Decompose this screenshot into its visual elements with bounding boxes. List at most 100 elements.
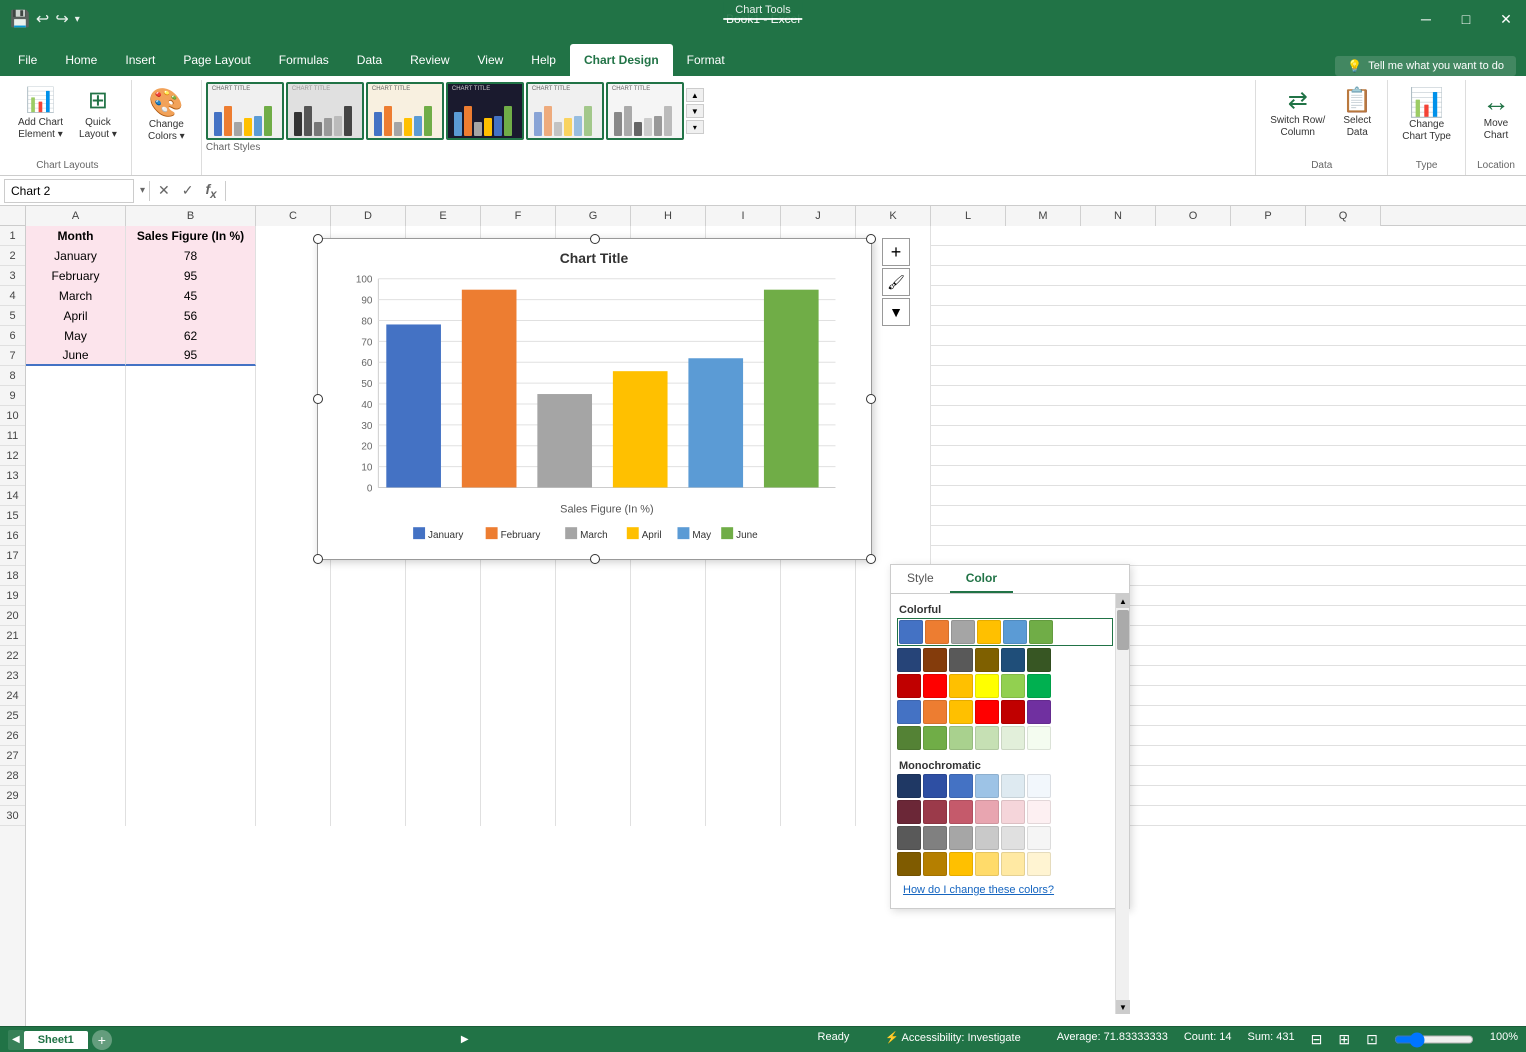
color-swatch[interactable] bbox=[949, 648, 973, 672]
tab-view[interactable]: View bbox=[464, 44, 518, 76]
color-swatch[interactable] bbox=[1001, 648, 1025, 672]
cell-B13[interactable] bbox=[126, 466, 256, 486]
add-chart-element-sidebar-button[interactable]: + bbox=[882, 238, 910, 266]
tab-help[interactable]: Help bbox=[517, 44, 570, 76]
cell-A26[interactable] bbox=[26, 726, 126, 746]
cell-B5[interactable]: 56 bbox=[126, 306, 256, 326]
col-header-B[interactable]: B bbox=[126, 206, 256, 226]
row-num-30[interactable]: 30 bbox=[0, 806, 25, 826]
row-num-26[interactable]: 26 bbox=[0, 726, 25, 746]
row-num-17[interactable]: 17 bbox=[0, 546, 25, 566]
cell-I19[interactable] bbox=[706, 586, 781, 606]
cell-C27[interactable] bbox=[256, 746, 331, 766]
chart-style-3[interactable]: CHART TITLE bbox=[366, 82, 444, 140]
cell-E28[interactable] bbox=[406, 766, 481, 786]
row-num-16[interactable]: 16 bbox=[0, 526, 25, 546]
cell-G28[interactable] bbox=[556, 766, 631, 786]
cell-H30[interactable] bbox=[631, 806, 706, 826]
cell-A5[interactable]: April bbox=[26, 306, 126, 326]
cell-E25[interactable] bbox=[406, 706, 481, 726]
save-icon[interactable]: 💾 bbox=[10, 9, 30, 29]
scroll-right-button[interactable]: ▶ bbox=[461, 1034, 469, 1045]
scroll-down-button[interactable]: ▼ bbox=[1116, 1000, 1130, 1014]
cell-B24[interactable] bbox=[126, 686, 256, 706]
cell-G22[interactable] bbox=[556, 646, 631, 666]
cell-H21[interactable] bbox=[631, 626, 706, 646]
cell-I27[interactable] bbox=[706, 746, 781, 766]
cell-J21[interactable] bbox=[781, 626, 856, 646]
col-header-N[interactable]: N bbox=[1081, 206, 1156, 226]
cell-A14[interactable] bbox=[26, 486, 126, 506]
cell-G30[interactable] bbox=[556, 806, 631, 826]
chart-style-6[interactable]: CHART TITLE bbox=[606, 82, 684, 140]
row-num-12[interactable]: 12 bbox=[0, 446, 25, 466]
color-swatch[interactable] bbox=[925, 620, 949, 644]
chart-filter-sidebar-button[interactable]: ▼ bbox=[882, 298, 910, 326]
row-num-25[interactable]: 25 bbox=[0, 706, 25, 726]
cell-E18[interactable] bbox=[406, 566, 481, 586]
tab-home[interactable]: Home bbox=[51, 44, 111, 76]
cell-A27[interactable] bbox=[26, 746, 126, 766]
cell-F18[interactable] bbox=[481, 566, 556, 586]
cell-D26[interactable] bbox=[331, 726, 406, 746]
color-swatch[interactable] bbox=[949, 852, 973, 876]
cell-I26[interactable] bbox=[706, 726, 781, 746]
cell-C24[interactable] bbox=[256, 686, 331, 706]
cell-C18[interactable] bbox=[256, 566, 331, 586]
row-num-6[interactable]: 6 bbox=[0, 326, 25, 346]
col-header-F[interactable]: F bbox=[481, 206, 556, 226]
add-sheet-button[interactable]: + bbox=[92, 1030, 112, 1050]
tab-file[interactable]: File bbox=[4, 44, 51, 76]
cell-D30[interactable] bbox=[331, 806, 406, 826]
cell-H24[interactable] bbox=[631, 686, 706, 706]
redo-icon[interactable]: ↪ bbox=[55, 9, 68, 29]
cell-D28[interactable] bbox=[331, 766, 406, 786]
scroll-left-button[interactable]: ◀ bbox=[12, 1034, 20, 1045]
color-swatch[interactable] bbox=[897, 674, 921, 698]
cell-D22[interactable] bbox=[331, 646, 406, 666]
cell-I30[interactable] bbox=[706, 806, 781, 826]
cell-D27[interactable] bbox=[331, 746, 406, 766]
cell-A24[interactable] bbox=[26, 686, 126, 706]
cell-J20[interactable] bbox=[781, 606, 856, 626]
cell-B2[interactable]: 78 bbox=[126, 246, 256, 266]
cell-E22[interactable] bbox=[406, 646, 481, 666]
color-swatch[interactable] bbox=[975, 648, 999, 672]
cell-G26[interactable] bbox=[556, 726, 631, 746]
cell-H26[interactable] bbox=[631, 726, 706, 746]
cell-B23[interactable] bbox=[126, 666, 256, 686]
selected-color-row[interactable] bbox=[897, 618, 1113, 646]
cell-C25[interactable] bbox=[256, 706, 331, 726]
color-swatch[interactable] bbox=[1027, 648, 1051, 672]
row-num-8[interactable]: 8 bbox=[0, 366, 25, 386]
change-chart-type-button[interactable]: 📊 ChangeChart Type bbox=[1396, 82, 1457, 147]
cell-E21[interactable] bbox=[406, 626, 481, 646]
cell-B27[interactable] bbox=[126, 746, 256, 766]
cell-H27[interactable] bbox=[631, 746, 706, 766]
color-swatch[interactable] bbox=[1027, 726, 1051, 750]
color-swatch[interactable] bbox=[923, 674, 947, 698]
color-swatch[interactable] bbox=[897, 700, 921, 724]
cell-F23[interactable] bbox=[481, 666, 556, 686]
cell-E29[interactable] bbox=[406, 786, 481, 806]
cell-J25[interactable] bbox=[781, 706, 856, 726]
cell-G23[interactable] bbox=[556, 666, 631, 686]
zoom-slider[interactable] bbox=[1394, 1031, 1474, 1048]
chart-handle-bl[interactable] bbox=[313, 554, 323, 564]
color-row[interactable] bbox=[897, 674, 1113, 698]
color-swatch[interactable] bbox=[1027, 700, 1051, 724]
cell-F19[interactable] bbox=[481, 586, 556, 606]
cell-D20[interactable] bbox=[331, 606, 406, 626]
cell-J24[interactable] bbox=[781, 686, 856, 706]
cell-G20[interactable] bbox=[556, 606, 631, 626]
cell-H25[interactable] bbox=[631, 706, 706, 726]
cell-J28[interactable] bbox=[781, 766, 856, 786]
color-swatch[interactable] bbox=[923, 800, 947, 824]
color-swatch[interactable] bbox=[949, 726, 973, 750]
cell-A30[interactable] bbox=[26, 806, 126, 826]
color-swatch[interactable] bbox=[897, 852, 921, 876]
cell-F29[interactable] bbox=[481, 786, 556, 806]
cell-B3[interactable]: 95 bbox=[126, 266, 256, 286]
color-swatch[interactable] bbox=[1001, 852, 1025, 876]
cell-H28[interactable] bbox=[631, 766, 706, 786]
